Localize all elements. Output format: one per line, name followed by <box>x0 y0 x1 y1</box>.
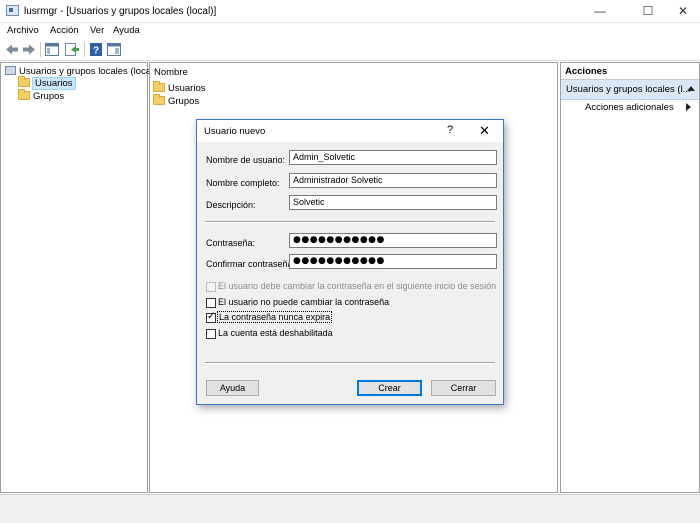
username-field[interactable]: Admin_Solvetic <box>289 150 497 165</box>
tree-item-grupos[interactable]: Grupos <box>18 89 65 102</box>
column-header-nombre[interactable]: Nombre <box>154 67 188 78</box>
properties-icon[interactable] <box>106 42 122 57</box>
back-arrow-icon[interactable] <box>4 42 20 57</box>
list-item[interactable]: Grupos <box>153 94 200 107</box>
close-button[interactable]: Cerrar <box>431 380 496 396</box>
help-icon[interactable]: ? <box>88 42 104 57</box>
minimize-button[interactable]: — <box>585 2 615 21</box>
computer-management-icon <box>6 5 19 16</box>
cannot-change-password-label: El usuario no puede cambiar la contraseñ… <box>218 297 390 307</box>
tree-root[interactable]: Usuarios y grupos locales (local) <box>5 66 156 77</box>
close-window-button[interactable]: ✕ <box>668 2 698 21</box>
checkmark-icon: ✓ <box>207 311 216 322</box>
folder-icon <box>153 81 165 92</box>
toolbar-separator <box>40 42 41 57</box>
password-never-expires-label: La contraseña nunca expira <box>216 311 333 323</box>
description-field[interactable]: Solvetic <box>289 195 497 210</box>
must-change-password-label: El usuario debe cambiar la contraseña en… <box>218 281 497 291</box>
description-label: Descripción: <box>206 200 256 210</box>
new-user-dialog: Usuario nuevo ? ✕ Nombre de usuario: Adm… <box>196 119 504 405</box>
dialog-titlebar: Usuario nuevo ? ✕ <box>197 120 503 142</box>
maximize-button[interactable]: ☐ <box>633 2 663 21</box>
export-list-icon[interactable] <box>64 42 80 57</box>
menu-ver[interactable]: Ver <box>90 25 104 36</box>
tree-root-label: Usuarios y grupos locales (local) <box>19 66 157 77</box>
computer-icon <box>5 66 16 75</box>
confirm-password-label: Confirmar contraseña: <box>206 259 296 269</box>
actions-header: Acciones <box>561 63 699 80</box>
tree-item-label: Usuarios <box>32 77 76 90</box>
menu-accion[interactable]: Acción <box>50 25 79 36</box>
folder-icon <box>153 94 165 105</box>
dialog-help-button[interactable]: ? <box>447 124 453 136</box>
must-change-password-checkbox[interactable] <box>206 282 216 292</box>
dialog-title: Usuario nuevo <box>204 126 266 137</box>
fullname-field[interactable]: Administrador Solvetic <box>289 173 497 188</box>
folder-icon <box>18 89 30 100</box>
actions-section[interactable]: Usuarios y grupos locales (l... <box>561 80 699 100</box>
svg-text:?: ? <box>93 46 99 57</box>
create-button[interactable]: Crear <box>357 380 422 396</box>
status-bar <box>0 494 700 523</box>
window-title: lusrmgr - [Usuarios y grupos locales (lo… <box>24 6 217 17</box>
cannot-change-password-checkbox[interactable] <box>206 298 216 308</box>
show-tree-icon[interactable] <box>44 42 60 57</box>
username-label: Nombre de usuario: <box>206 155 286 165</box>
actions-section-label: Usuarios y grupos locales (l... <box>566 84 691 95</box>
actions-pane: Acciones Usuarios y grupos locales (l...… <box>560 62 700 493</box>
submenu-arrow-icon <box>686 103 691 111</box>
tree-item-usuarios[interactable]: Usuarios <box>18 76 76 90</box>
password-field[interactable]: ●●●●●●●●●●● <box>289 233 497 248</box>
password-label: Contraseña: <box>206 238 256 248</box>
collapse-arrow-icon[interactable] <box>687 86 695 91</box>
divider <box>205 221 495 223</box>
dialog-close-button[interactable]: ✕ <box>479 123 490 139</box>
password-never-expires-checkbox[interactable]: ✓ <box>206 311 216 323</box>
menu-archivo[interactable]: Archivo <box>7 25 39 36</box>
list-item-label: Grupos <box>168 96 200 107</box>
tree-pane: Usuarios y grupos locales (local) Usuari… <box>0 62 156 493</box>
menu-ayuda[interactable]: Ayuda <box>113 25 140 36</box>
folder-icon <box>18 76 30 87</box>
window-titlebar: lusrmgr - [Usuarios y grupos locales (lo… <box>0 0 700 23</box>
account-disabled-label: La cuenta está deshabilitada <box>218 328 333 338</box>
toolbar: ? <box>0 39 700 61</box>
list-item[interactable]: Usuarios <box>153 81 206 94</box>
menu-bar: Archivo Acción Ver Ayuda <box>0 23 700 39</box>
forward-arrow-icon[interactable] <box>21 42 37 57</box>
tree-item-label: Grupos <box>33 91 65 102</box>
toolbar-separator <box>84 42 85 57</box>
fullname-label: Nombre completo: <box>206 178 280 188</box>
list-item-label: Usuarios <box>168 83 206 94</box>
help-button[interactable]: Ayuda <box>206 380 259 396</box>
account-disabled-checkbox[interactable] <box>206 329 216 339</box>
additional-actions-link[interactable]: Acciones adicionales <box>585 102 674 113</box>
confirm-password-field[interactable]: ●●●●●●●●●●● <box>289 254 497 269</box>
divider <box>205 362 495 364</box>
